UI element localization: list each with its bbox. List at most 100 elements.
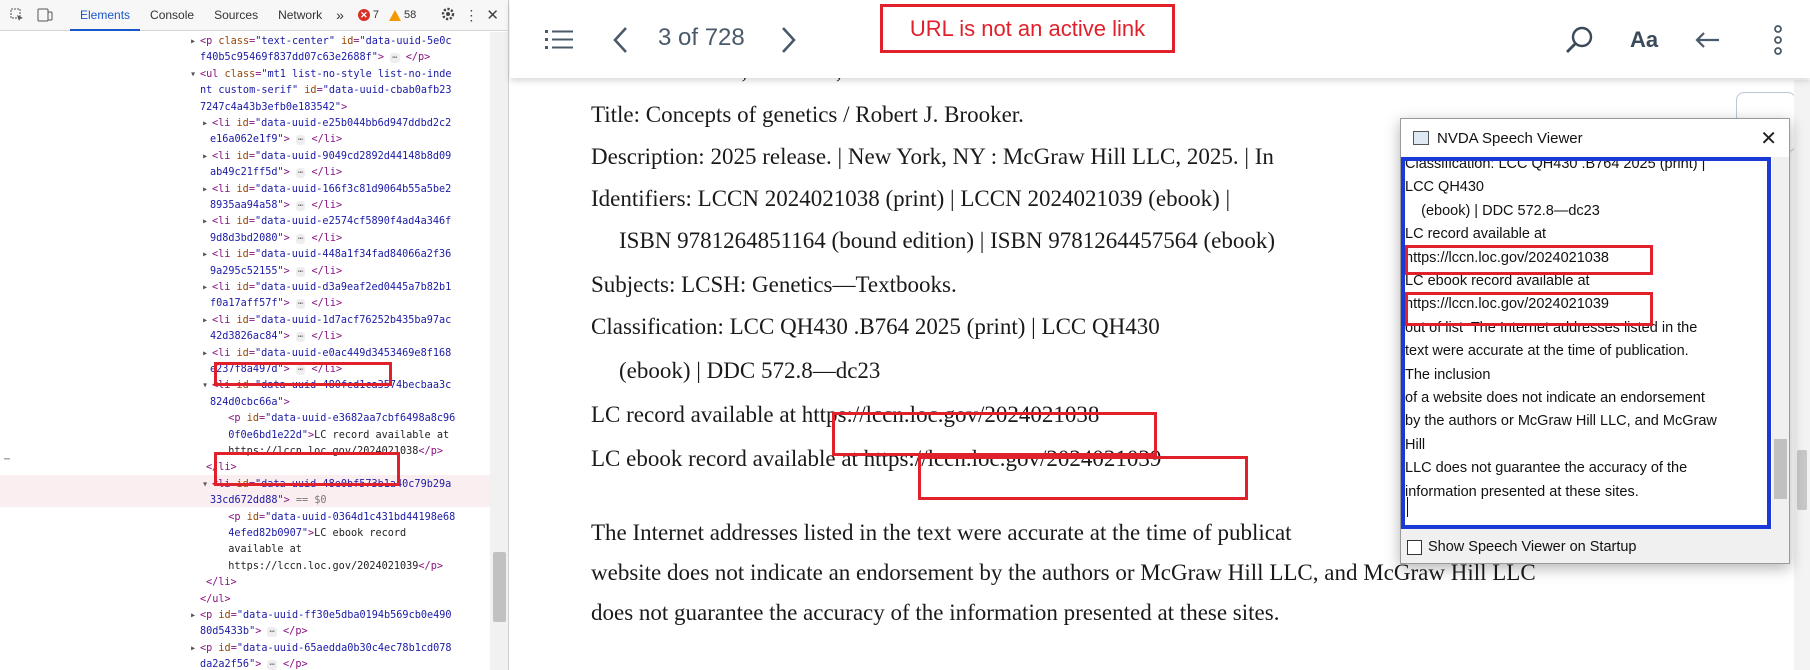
speech-log-line: The inclusion	[1405, 366, 1491, 383]
red-annotation-box	[1405, 245, 1653, 275]
elements-tree[interactable]: ▸ <p class="text-center" id="data-uuid-5e…	[0, 32, 490, 670]
speech-log-textarea[interactable]: Classification: LCC QH430 .B764 2025 (pr…	[1401, 157, 1789, 527]
dom-tree-node[interactable]: ▸ <p class="text-center" id="data-uuid-5e…	[190, 34, 452, 50]
nvda-speech-viewer-window: NVDA Speech Viewer ✕ Classification: LCC…	[1400, 118, 1790, 564]
dom-tree-node[interactable]: ▸ <li id="data-uuid-166f3c81d9064b55a5be2	[202, 182, 451, 198]
dom-tree-node[interactable]: 824d0cbc66a">	[210, 395, 290, 411]
nvda-title-bar[interactable]: NVDA Speech Viewer ✕	[1401, 119, 1789, 157]
previous-page-icon[interactable]	[608, 20, 632, 60]
speech-log-line: text were accurate at the time of public…	[1405, 343, 1689, 360]
elements-scroll-thumb[interactable]	[493, 552, 506, 622]
dom-tree-node[interactable]: f40b5c95469f837dd07c63e2688f"> ⋯ </p>	[200, 50, 430, 66]
dom-tree-node[interactable]: 7247c4a43b3efb0e183542">	[200, 100, 347, 116]
devtools-toolbar: Elements Console Sources Network » ✕ 7 5…	[0, 0, 508, 31]
red-annotation-box	[1405, 292, 1653, 326]
disclaimer-paragraph-line: website does not indicate an endorsement…	[591, 560, 1536, 585]
reader-toolbar: 3 of 728 URL is not an active link Aa	[510, 0, 1810, 78]
show-on-startup-label: Show Speech Viewer on Startup	[1428, 539, 1637, 555]
tab-network[interactable]: Network	[268, 0, 332, 31]
dom-tree-node[interactable]: ▸ <li id="data-uuid-448a1f34fad84066a2f36	[202, 247, 451, 263]
dom-tree-node[interactable]: <p id="data-uuid-e3682aa7cbf6498a8c96	[216, 411, 455, 427]
tab-sources[interactable]: Sources	[204, 0, 268, 31]
dom-tree-node[interactable]: nt custom-serif" id="data-uuid-cbab0afb2…	[200, 83, 452, 99]
citation-line: Description: 2025 release. | New York, N…	[591, 144, 1274, 169]
citation-line: Classification: LCC QH430 .B764 2025 (pr…	[591, 314, 1160, 339]
nvda-window-title: NVDA Speech Viewer	[1437, 129, 1583, 147]
text-caret	[1407, 497, 1408, 517]
dom-tree-node[interactable]: https://lccn.loc.gov/2024021039</p>	[216, 559, 443, 575]
close-devtools-icon[interactable]: ✕	[486, 6, 499, 24]
dom-tree-node[interactable]: da2a2f56"> ⋯ </p>	[200, 657, 308, 670]
dom-tree-node[interactable]: ▸ <li id="data-uuid-1d7acf76252b435ba97ac	[202, 313, 451, 329]
page-counter: 3 of 728	[658, 24, 745, 51]
tab-elements[interactable]: Elements	[70, 0, 141, 31]
elements-scrollbar[interactable]	[490, 32, 508, 670]
dom-tree-node[interactable]: 8935aa94a58"> ⋯ </li>	[210, 198, 342, 214]
dom-tree-node[interactable]: 42d3826ac84"> ⋯ </li>	[210, 329, 342, 345]
dom-tree-node[interactable]: ▸ <li id="data-uuid-9049cd2892d44148b8d09	[202, 149, 451, 165]
warning-icon	[389, 9, 402, 21]
startup-option[interactable]: Show Speech Viewer on Startup	[1407, 539, 1637, 555]
dom-tree-node[interactable]: available at	[216, 542, 302, 558]
next-page-icon[interactable]	[777, 20, 801, 60]
dom-tree-node[interactable]: <p id="data-uuid-0364d1c431bd44198e68	[216, 510, 455, 526]
red-annotation-box	[918, 456, 1248, 500]
dom-tree-node[interactable]: </ul>	[200, 592, 231, 608]
red-annotation-box	[214, 362, 392, 386]
dom-tree-node[interactable]: 9d8d3bd2080"> ⋯ </li>	[210, 231, 342, 247]
more-vertical-icon[interactable]	[1768, 20, 1788, 60]
search-icon[interactable]	[1562, 20, 1596, 60]
warning-badge[interactable]: 58	[389, 9, 416, 21]
dom-tree-node[interactable]: e16a062e1f9"> ⋯ </li>	[210, 132, 342, 148]
dom-tree-node[interactable]: 80d5433b"> ⋯ </p>	[200, 624, 308, 640]
dom-tree-node[interactable]: 4efed82b0907">LC ebook record	[216, 526, 406, 542]
device-toolbar-icon[interactable]	[34, 4, 56, 26]
dom-tree-node[interactable]: ▸ <li id="data-uuid-d3a9eaf2ed0445a7b82b1	[202, 280, 451, 296]
error-count: 7	[372, 9, 380, 21]
more-tabs-button[interactable]: »	[332, 0, 348, 31]
dom-tree-node[interactable]: </li>	[206, 575, 237, 591]
inspect-element-icon[interactable]	[6, 4, 28, 26]
dom-tree-node[interactable]: 0f0e6bd1e22d">LC record available at	[216, 428, 449, 444]
dom-tree-node[interactable]: 9a295c52155"> ⋯ </li>	[210, 264, 342, 280]
citation-line: (ebook) | DDC 572.8—dc23	[619, 358, 881, 383]
reader-scrollbar[interactable]	[1794, 80, 1810, 670]
dom-tree-node[interactable]: ▸ <p id="data-uuid-ff30e5dba0194b569cb0e4…	[190, 608, 452, 624]
row-ellipsis: ⋯	[4, 454, 11, 465]
dom-tree-node[interactable]: ab49c21ff5d"> ⋯ </li>	[210, 165, 342, 181]
speech-log-scrollbar[interactable]	[1772, 157, 1789, 527]
speech-log-line: (ebook) | DDC 572.8—dc23	[1405, 202, 1600, 219]
dom-tree-node[interactable]: 33cd672dd88"> == $0	[210, 493, 327, 509]
tab-console[interactable]: Console	[140, 0, 204, 31]
show-on-startup-checkbox[interactable]	[1407, 539, 1422, 555]
speech-log-line: information presented at these sites.	[1405, 483, 1639, 500]
font-settings-button[interactable]: Aa	[1624, 20, 1664, 60]
dom-tree-node[interactable]: ▸ <li id="data-uuid-e0ac449d3453469e8f168	[202, 346, 451, 362]
nvda-app-icon	[1413, 131, 1429, 145]
disclaimer-paragraph-line: The Internet addresses listed in the tex…	[591, 520, 1292, 545]
url-not-active-callout: URL is not an active link	[880, 4, 1175, 53]
settings-gear-icon[interactable]	[440, 6, 456, 25]
red-annotation-box	[832, 412, 1157, 456]
citation-line: Identifiers: LCCN 2024021038 (print) | L…	[591, 186, 1231, 211]
citation-line: Title: Concepts of genetics / Robert J. …	[591, 102, 1024, 127]
more-options-icon[interactable]: ⋮	[464, 7, 478, 24]
table-of-contents-icon[interactable]	[542, 20, 576, 60]
speech-log-line: LCC QH430	[1405, 179, 1484, 196]
dom-tree-node[interactable]: ▸ <p id="data-uuid-65aedda0b30c4ec78b1cd0…	[190, 641, 452, 657]
red-annotation-box	[214, 452, 400, 486]
error-badge[interactable]: ✕ 7	[357, 9, 380, 21]
dom-tree-node[interactable]: ▸ <li id="data-uuid-e25b044bb6d947ddbd2c2	[202, 116, 451, 132]
speech-log-line: Classification: LCC QH430 .B764 2025 (pr…	[1405, 157, 1706, 172]
close-icon[interactable]: ✕	[1760, 126, 1777, 151]
warning-count: 58	[404, 9, 417, 21]
speech-log-scroll-thumb[interactable]	[1774, 439, 1787, 499]
dom-tree-node[interactable]: ▸ <li id="data-uuid-e2574cf5890f4ad4a346f	[202, 214, 451, 230]
dom-tree-node[interactable]: ▾ <ul class="mt1 list-no-style list-no-in…	[190, 67, 452, 83]
citation-line: ISBN 9781264851164 (bound edition) | ISB…	[619, 228, 1276, 253]
speech-log-line: of a website does not indicate an endors…	[1405, 390, 1705, 406]
back-arrow-icon[interactable]	[1693, 20, 1723, 60]
reader-scroll-thumb[interactable]	[1797, 450, 1807, 510]
speech-log-line: LLC does not guarantee the accuracy of t…	[1405, 460, 1688, 477]
dom-tree-node[interactable]: f0a17aff57f"> ⋯ </li>	[210, 296, 342, 312]
